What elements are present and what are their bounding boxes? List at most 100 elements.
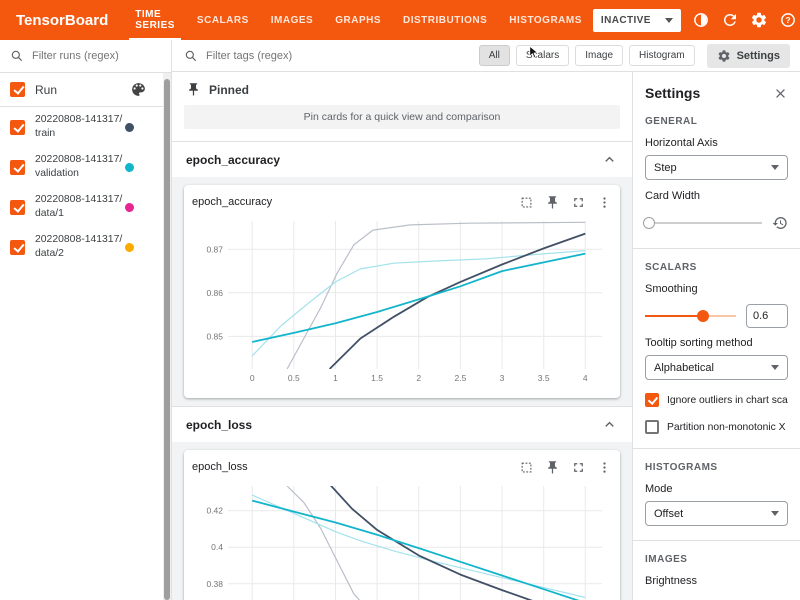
divider [633,248,800,249]
chart-card-epoch-loss: epoch_loss 00.511.522.533.540.360.380.40… [184,450,620,600]
slider-thumb[interactable] [643,217,655,229]
run-color-dot [125,243,134,252]
filter-chip-scalars[interactable]: Scalars [516,45,569,66]
tooltip-sorting-select[interactable]: Alphabetical [645,355,788,380]
divider [633,540,800,541]
reload-status-select[interactable]: INACTIVE [593,9,681,32]
chevron-down-icon [771,511,779,516]
svg-text:3: 3 [500,373,505,383]
svg-text:1.5: 1.5 [371,373,383,383]
horizontal-axis-value: Step [654,162,677,174]
tab-images[interactable]: IMAGES [260,0,324,40]
ignore-outliers-checkbox[interactable] [645,393,659,407]
slider-track [645,222,762,224]
tab-time-series[interactable]: TIME SERIES [124,0,186,40]
filter-chip-histogram[interactable]: Histogram [629,45,695,66]
section-epoch-loss[interactable]: epoch_loss [172,406,632,442]
run-item-validation[interactable]: 20220808-141317/validation [0,147,171,187]
settings-panel: Settings GENERAL Horizontal Axis Step Ca… [632,72,800,600]
tooltip-sorting-label: Tooltip sorting method [645,337,788,349]
section-title: epoch_loss [186,418,252,432]
settings-heading-general: GENERAL [645,116,788,127]
refresh-icon[interactable] [721,11,739,29]
section-epoch-accuracy[interactable]: epoch_accuracy [172,141,632,177]
pin-icon[interactable] [545,195,560,210]
sidebar-scrollbar-thumb[interactable] [164,79,170,600]
run-item-train[interactable]: 20220808-141317/train [0,107,171,147]
pinned-title: Pinned [209,83,249,97]
card-width-row [645,212,788,234]
close-icon[interactable] [773,86,788,101]
epoch-accuracy-chart[interactable]: 00.511.522.533.540.850.860.87 [192,215,612,385]
epoch-loss-chart[interactable]: 00.511.522.533.540.360.380.40.42 [192,480,612,600]
gear-icon[interactable] [750,11,768,29]
svg-text:0.4: 0.4 [211,542,223,552]
app-logo[interactable]: TensorBoard [0,0,124,40]
svg-text:2: 2 [416,373,421,383]
svg-text:1: 1 [333,373,338,383]
chevron-down-icon [771,365,779,370]
run-label: 20220808-141317/train [35,113,125,140]
palette-icon[interactable] [130,81,147,98]
runs-filter-input[interactable] [32,50,144,62]
fullscreen-icon[interactable] [571,195,586,210]
tab-distributions[interactable]: DISTRIBUTIONS [392,0,498,40]
filter-chip-label: Scalars [526,50,559,61]
run-color-dot [125,203,134,212]
fit-selection-icon[interactable] [519,460,534,475]
search-icon [184,49,198,63]
tab-graphs[interactable]: GRAPHS [324,0,392,40]
horizontal-axis-label: Horizontal Axis [645,137,788,149]
ignore-outliers-label: Ignore outliers in chart scaling [667,395,788,406]
select-all-runs-checkbox[interactable] [10,82,25,97]
runs-filter [0,40,171,73]
partition-x-label: Partition non-monotonic X axis [667,422,788,433]
fit-selection-icon[interactable] [519,195,534,210]
run-checkbox[interactable] [10,120,25,135]
help-icon[interactable] [779,11,797,29]
settings-button[interactable]: Settings [707,44,790,68]
runs-sidebar: Run 20220808-141317/train 20220808-14131… [0,40,172,600]
svg-text:0.87: 0.87 [206,244,223,254]
pinned-empty-message: Pin cards for a quick view and compariso… [184,105,620,129]
pin-icon [186,82,201,97]
tab-histograms[interactable]: HISTOGRAMS [498,0,593,40]
search-icon [10,49,24,63]
run-checkbox[interactable] [10,160,25,175]
filter-chip-all[interactable]: All [479,45,510,66]
kebab-menu-icon[interactable] [597,460,612,475]
gear-icon [717,49,731,63]
tag-filter-input[interactable] [206,50,473,62]
app-header: TensorBoard TIME SERIES SCALARS IMAGES G… [0,0,800,40]
history-reset-icon[interactable] [772,215,788,231]
slider-thumb[interactable] [697,310,709,322]
pin-icon[interactable] [545,460,560,475]
partition-x-checkbox[interactable] [645,420,659,434]
partition-x-checkbox-row[interactable]: Partition non-monotonic X axis [645,420,788,434]
brightness-label: Brightness [645,575,788,587]
filter-chip-image[interactable]: Image [575,45,623,66]
card-width-slider[interactable] [645,216,762,230]
run-item-data-2[interactable]: 20220808-141317/data/2 [0,227,171,267]
kebab-menu-icon[interactable] [597,195,612,210]
svg-text:0.38: 0.38 [206,579,223,589]
svg-text:0.42: 0.42 [206,506,223,516]
card-title: epoch_accuracy [192,196,272,208]
run-checkbox[interactable] [10,200,25,215]
smoothing-slider[interactable] [645,309,736,323]
ignore-outliers-checkbox-row[interactable]: Ignore outliers in chart scaling [645,393,788,407]
theme-toggle-icon[interactable] [692,11,710,29]
run-checkbox[interactable] [10,240,25,255]
cards-column: Pinned Pin cards for a quick view and co… [172,72,632,600]
horizontal-axis-select[interactable]: Step [645,155,788,180]
fullscreen-icon[interactable] [571,460,586,475]
sidebar-scrollbar[interactable] [163,73,171,600]
card-title: epoch_loss [192,461,248,473]
run-item-data-1[interactable]: 20220808-141317/data/1 [0,187,171,227]
card-group-epoch-accuracy: epoch_accuracy 00.511.522.533.540.850.86… [172,177,632,406]
tab-scalars[interactable]: SCALARS [186,0,260,40]
run-label: 20220808-141317/validation [35,153,125,180]
smoothing-value-input[interactable] [746,304,788,328]
histogram-mode-select[interactable]: Offset [645,501,788,526]
tooltip-sorting-value: Alphabetical [654,362,714,374]
